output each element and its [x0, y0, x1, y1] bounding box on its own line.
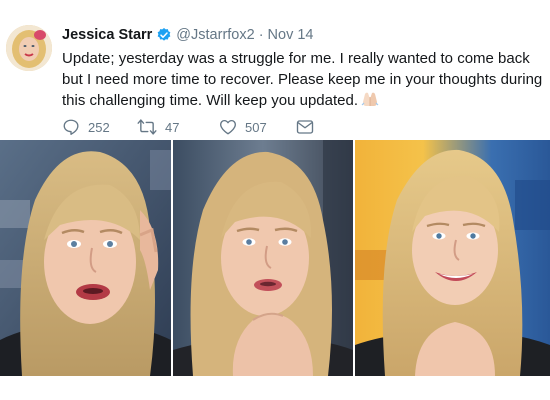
avatar[interactable]	[6, 25, 52, 71]
author-name[interactable]: Jessica Starr	[62, 26, 152, 44]
folded-hands-icon	[361, 91, 379, 107]
reply-button[interactable]: 252	[62, 118, 137, 136]
header-separator: ·	[258, 27, 264, 43]
author-handle[interactable]: @Jstarrfox2	[176, 26, 254, 44]
retweet-icon	[137, 119, 157, 135]
direct-message-button[interactable]	[296, 119, 314, 135]
tweet-header: Jessica Starr @Jstarrfox2 · Nov 14	[62, 26, 313, 44]
tweet-actions: 252 47 507	[62, 117, 314, 137]
like-count: 507	[245, 119, 267, 135]
envelope-icon	[296, 120, 314, 134]
tweet: Jessica Starr @Jstarrfox2 · Nov 14 Updat…	[0, 0, 550, 140]
heart-icon	[220, 119, 236, 135]
retweet-count: 47	[165, 119, 180, 135]
tweet-date[interactable]: Nov 14	[268, 26, 314, 44]
reply-count: 252	[88, 119, 110, 135]
photo-middle[interactable]	[173, 140, 353, 376]
tweet-body: Update; yesterday was a struggle for me.…	[62, 50, 543, 109]
photo-left[interactable]	[0, 140, 171, 376]
tweet-text: Update; yesterday was a struggle for me.…	[62, 48, 544, 111]
photo-strip	[0, 140, 550, 376]
reply-icon	[63, 119, 79, 135]
verified-badge-icon	[156, 27, 172, 43]
photo-right[interactable]	[355, 140, 550, 376]
retweet-button[interactable]: 47	[137, 118, 219, 136]
like-button[interactable]: 507	[219, 118, 296, 136]
screenshot-composite: Jessica Starr @Jstarrfox2 · Nov 14 Updat…	[0, 0, 550, 400]
